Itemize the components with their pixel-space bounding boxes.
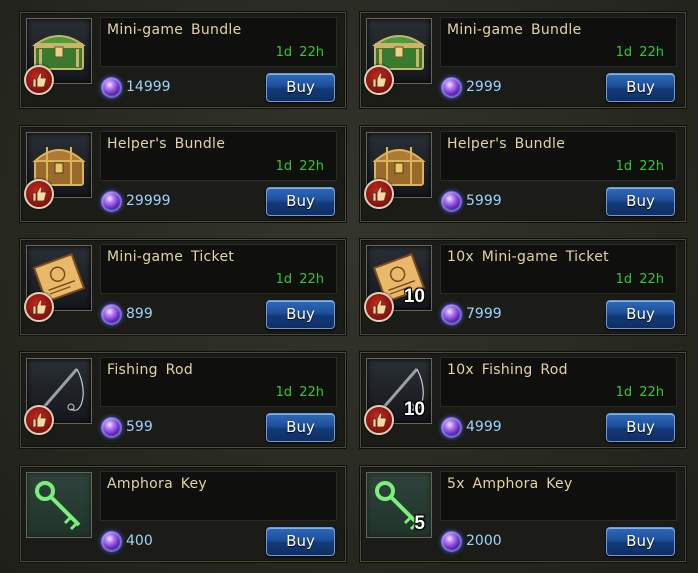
- item-icon-frame[interactable]: [26, 472, 92, 538]
- shop-item-card: Mini-game Ticket 1d 22h 899 Buy: [20, 239, 346, 335]
- buy-button[interactable]: Buy: [266, 413, 335, 442]
- buy-button[interactable]: Buy: [266, 73, 335, 102]
- item-price: 4999: [466, 419, 502, 435]
- thumbs-up-badge-icon: [24, 179, 54, 209]
- item-price: 7999: [466, 306, 502, 322]
- thumbs-up-badge-icon: [364, 65, 394, 95]
- item-info-panel: Mini-game Bundle 1d 22h: [100, 17, 337, 67]
- item-icon-frame[interactable]: 5: [366, 472, 432, 538]
- item-timer: 1d 22h: [275, 45, 324, 60]
- item-info-panel: 10x Mini-game Ticket 1d 22h: [440, 244, 677, 294]
- item-timer: 1d 22h: [275, 159, 324, 174]
- item-info-panel: Helper's Bundle 1d 22h: [440, 131, 677, 181]
- item-timer: 1d 22h: [275, 385, 324, 400]
- item-info-panel: Helper's Bundle 1d 22h: [100, 131, 337, 181]
- shop-item-card: Mini-game Bundle 1d 22h 2999 Buy: [360, 12, 686, 108]
- gem-currency-icon: [101, 191, 122, 212]
- item-info-panel: Amphora Key: [100, 471, 337, 521]
- gem-currency-icon: [441, 417, 462, 438]
- shop-item-card: Fishing Rod 1d 22h 599 Buy: [20, 352, 346, 448]
- item-timer: 1d 22h: [615, 385, 664, 400]
- item-price: 899: [126, 306, 153, 322]
- item-timer: 1d 22h: [275, 272, 324, 287]
- shop-item-card: Helper's Bundle 1d 22h 29999 Buy: [20, 126, 346, 222]
- shop-item-card: 10 10x Mini-game Ticket 1d 22h 7999 Buy: [360, 239, 686, 335]
- item-name: Amphora Key: [107, 476, 208, 492]
- item-price: 2999: [466, 79, 502, 95]
- item-name: 10x Fishing Rod: [447, 362, 568, 378]
- thumbs-up-badge-icon: [364, 405, 394, 435]
- item-timer: 1d 22h: [615, 45, 664, 60]
- gem-currency-icon: [101, 77, 122, 98]
- shop-item-card: Helper's Bundle 1d 22h 5999 Buy: [360, 126, 686, 222]
- item-price: 599: [126, 419, 153, 435]
- buy-button[interactable]: Buy: [606, 527, 675, 556]
- thumbs-up-badge-icon: [24, 292, 54, 322]
- item-timer: 1d 22h: [615, 159, 664, 174]
- buy-button[interactable]: Buy: [266, 187, 335, 216]
- item-quantity: 10: [403, 399, 425, 420]
- shop-grid: Mini-game Bundle 1d 22h 14999 Buy Mini-g…: [0, 0, 698, 573]
- gem-currency-icon: [441, 77, 462, 98]
- gem-currency-icon: [101, 304, 122, 325]
- item-name: Mini-game Bundle: [107, 22, 242, 38]
- buy-button[interactable]: Buy: [266, 300, 335, 329]
- item-name: Fishing Rod: [107, 362, 194, 378]
- item-name: Helper's Bundle: [107, 136, 226, 152]
- item-quantity: 5: [414, 513, 425, 534]
- buy-button[interactable]: Buy: [606, 413, 675, 442]
- gem-currency-icon: [101, 531, 122, 552]
- item-name: Mini-game Bundle: [447, 22, 582, 38]
- thumbs-up-badge-icon: [24, 65, 54, 95]
- thumbs-up-badge-icon: [364, 292, 394, 322]
- item-info-panel: 10x Fishing Rod 1d 22h: [440, 357, 677, 407]
- gem-currency-icon: [441, 191, 462, 212]
- item-info-panel: Fishing Rod 1d 22h: [100, 357, 337, 407]
- buy-button[interactable]: Buy: [266, 527, 335, 556]
- item-timer: 1d 22h: [615, 272, 664, 287]
- item-name: 10x Mini-game Ticket: [447, 249, 609, 265]
- item-name: 5x Amphora Key: [447, 476, 573, 492]
- item-name: Helper's Bundle: [447, 136, 566, 152]
- shop-item-card: 10 10x Fishing Rod 1d 22h 4999 Buy: [360, 352, 686, 448]
- buy-button[interactable]: Buy: [606, 73, 675, 102]
- item-price: 5999: [466, 193, 502, 209]
- item-quantity: 10: [403, 286, 425, 307]
- item-name: Mini-game Ticket: [107, 249, 235, 265]
- item-price: 29999: [126, 193, 171, 209]
- gem-currency-icon: [441, 531, 462, 552]
- buy-button[interactable]: Buy: [606, 187, 675, 216]
- shop-item-card: 5 5x Amphora Key 2000 Buy: [360, 466, 686, 562]
- shop-item-card: Amphora Key 400 Buy: [20, 466, 346, 562]
- thumbs-up-badge-icon: [364, 179, 394, 209]
- thumbs-up-badge-icon: [24, 405, 54, 435]
- item-info-panel: Mini-game Bundle 1d 22h: [440, 17, 677, 67]
- item-price: 14999: [126, 79, 171, 95]
- item-info-panel: Mini-game Ticket 1d 22h: [100, 244, 337, 294]
- gem-currency-icon: [441, 304, 462, 325]
- item-price: 400: [126, 533, 153, 549]
- item-price: 2000: [466, 533, 502, 549]
- shop-item-card: Mini-game Bundle 1d 22h 14999 Buy: [20, 12, 346, 108]
- buy-button[interactable]: Buy: [606, 300, 675, 329]
- item-info-panel: 5x Amphora Key: [440, 471, 677, 521]
- gem-currency-icon: [101, 417, 122, 438]
